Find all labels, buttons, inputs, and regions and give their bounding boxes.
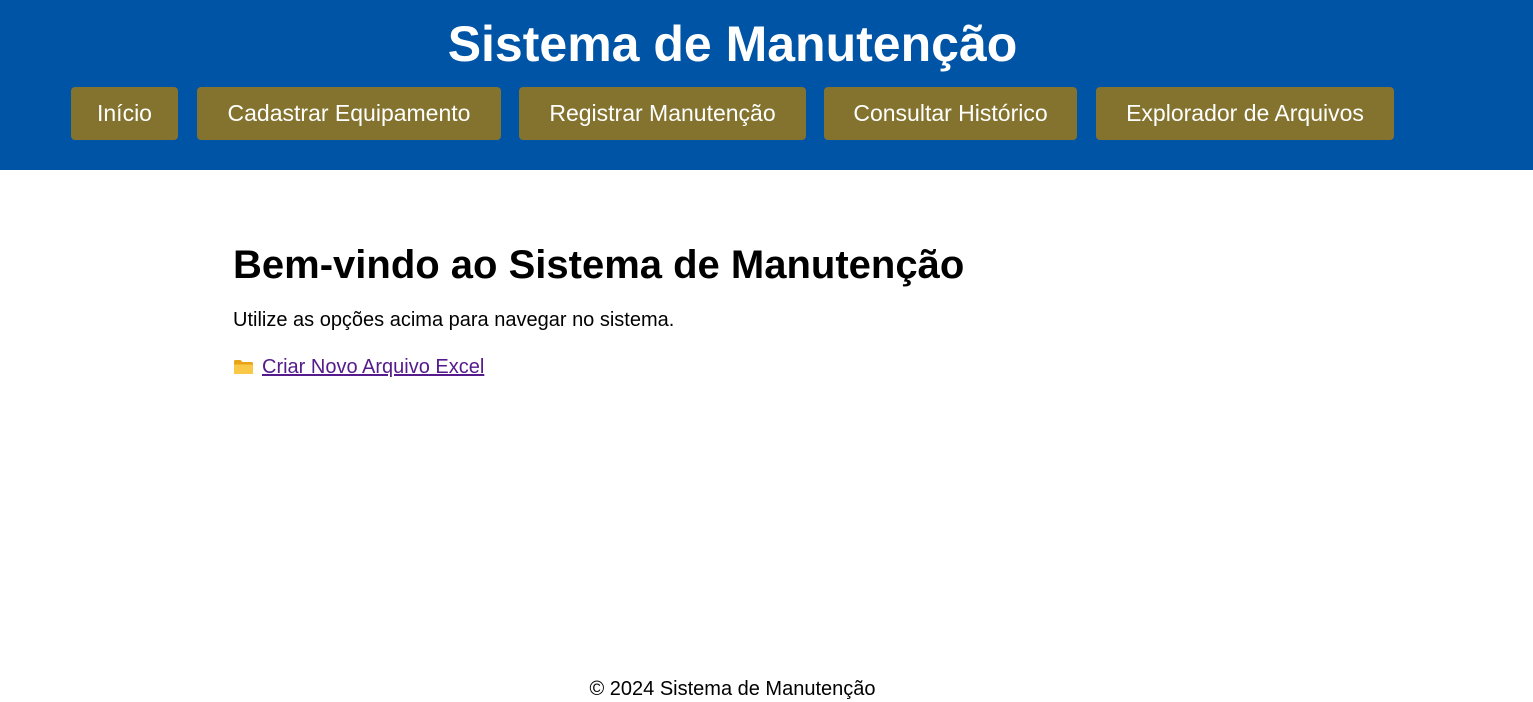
- footer-copyright: © 2024 Sistema de Manutenção: [589, 678, 876, 700]
- nav-button-registrar-manutencao[interactable]: Registrar Manutenção: [519, 87, 806, 140]
- nav-button-cadastrar-equipamento[interactable]: Cadastrar Equipamento: [197, 87, 501, 140]
- welcome-text: Utilize as opções acima para navegar no …: [233, 309, 675, 331]
- nav-button-explorador-de-arquivos[interactable]: Explorador de Arquivos: [1096, 87, 1394, 140]
- create-excel-link[interactable]: Criar Novo Arquivo Excel: [233, 354, 484, 380]
- main-content: Bem-vindo ao Sistema de Manutenção Utili…: [233, 240, 1233, 700]
- header: Sistema de Manutenção Início Cadastrar E…: [0, 0, 1533, 170]
- site-title: Sistema de Manutenção: [447, 16, 1018, 72]
- folder-icon: [233, 356, 254, 374]
- welcome-heading: Bem-vindo ao Sistema de Manutenção: [233, 243, 965, 287]
- create-excel-link-label: Criar Novo Arquivo Excel: [262, 356, 485, 378]
- nav-button-inicio[interactable]: Início: [71, 87, 178, 140]
- nav-button-consultar-historico[interactable]: Consultar Histórico: [824, 87, 1077, 140]
